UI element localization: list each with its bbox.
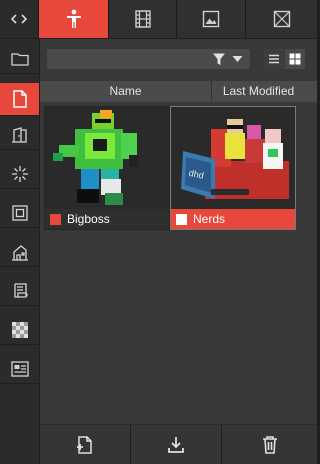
door-icon bbox=[11, 126, 27, 143]
asset-card-bigboss[interactable]: Bigboss bbox=[44, 106, 170, 230]
image-icon bbox=[202, 10, 220, 28]
asset-name: Nerds bbox=[193, 212, 226, 226]
tab-objects[interactable] bbox=[246, 0, 317, 38]
list-icon bbox=[269, 54, 279, 64]
collapse-icon bbox=[11, 14, 27, 24]
thumbnail-bigboss bbox=[45, 107, 169, 209]
delete-button[interactable] bbox=[222, 425, 317, 464]
tab-images[interactable] bbox=[177, 0, 246, 38]
asset-label: Bigboss bbox=[45, 209, 169, 229]
sidebar-item-lights[interactable] bbox=[0, 159, 39, 189]
column-header: Name Last Modified bbox=[40, 81, 317, 102]
filter-dropdown-button[interactable] bbox=[204, 49, 250, 69]
grid-view-button[interactable] bbox=[285, 49, 305, 69]
document-icon bbox=[12, 90, 27, 108]
asset-name: Bigboss bbox=[67, 212, 110, 226]
house-icon bbox=[11, 244, 28, 261]
bottom-toolbar bbox=[40, 424, 317, 464]
filter-icon bbox=[212, 53, 225, 65]
top-tab-bar bbox=[0, 0, 317, 38]
tab-characters[interactable] bbox=[39, 0, 109, 38]
new-file-icon bbox=[77, 435, 92, 454]
column-last-modified[interactable]: Last Modified bbox=[213, 81, 304, 102]
sidebar-item-documents[interactable] bbox=[0, 83, 39, 116]
collapse-button[interactable] bbox=[0, 0, 39, 38]
search-input[interactable] bbox=[47, 49, 219, 69]
category-sidebar bbox=[0, 39, 39, 464]
sidebar-item-frames[interactable] bbox=[0, 198, 39, 228]
film-icon bbox=[134, 10, 151, 28]
thumbnail-nerds: dhd bbox=[171, 107, 295, 209]
trash-icon bbox=[262, 435, 277, 454]
bigboss-image bbox=[45, 107, 169, 209]
download-button[interactable] bbox=[131, 425, 222, 464]
color-tag bbox=[50, 213, 61, 225]
nerds-image: dhd bbox=[171, 107, 295, 209]
grid-icon bbox=[289, 53, 301, 65]
checker-icon bbox=[11, 321, 28, 338]
sidebar-item-doors[interactable] bbox=[0, 120, 39, 150]
card-icon bbox=[10, 360, 29, 377]
new-file-button[interactable] bbox=[40, 425, 131, 464]
color-tag bbox=[176, 213, 187, 225]
tab-animations[interactable] bbox=[109, 0, 177, 38]
sidebar-item-scrolls[interactable] bbox=[0, 276, 39, 306]
frame-icon bbox=[11, 204, 28, 221]
sidebar-item-buildings[interactable] bbox=[0, 237, 39, 267]
sidebar-item-folder[interactable] bbox=[0, 44, 39, 74]
asset-card-nerds[interactable]: dhd Nerds bbox=[170, 106, 296, 230]
scroll-icon bbox=[13, 282, 28, 298]
person-icon bbox=[66, 9, 81, 28]
column-name[interactable]: Name bbox=[40, 81, 212, 102]
list-view-button[interactable] bbox=[264, 49, 284, 69]
folder-icon bbox=[10, 52, 29, 66]
sidebar-item-textures[interactable] bbox=[0, 315, 39, 345]
chevron-down-icon bbox=[232, 56, 242, 62]
asset-label: Nerds bbox=[171, 209, 295, 229]
download-icon bbox=[168, 436, 184, 453]
asset-browser-panel: Name Last Modified Bigboss dhd Nerds bbox=[40, 39, 317, 464]
crossed-box-icon bbox=[273, 10, 290, 28]
light-icon bbox=[11, 165, 28, 182]
sidebar-item-cards[interactable] bbox=[0, 354, 39, 384]
